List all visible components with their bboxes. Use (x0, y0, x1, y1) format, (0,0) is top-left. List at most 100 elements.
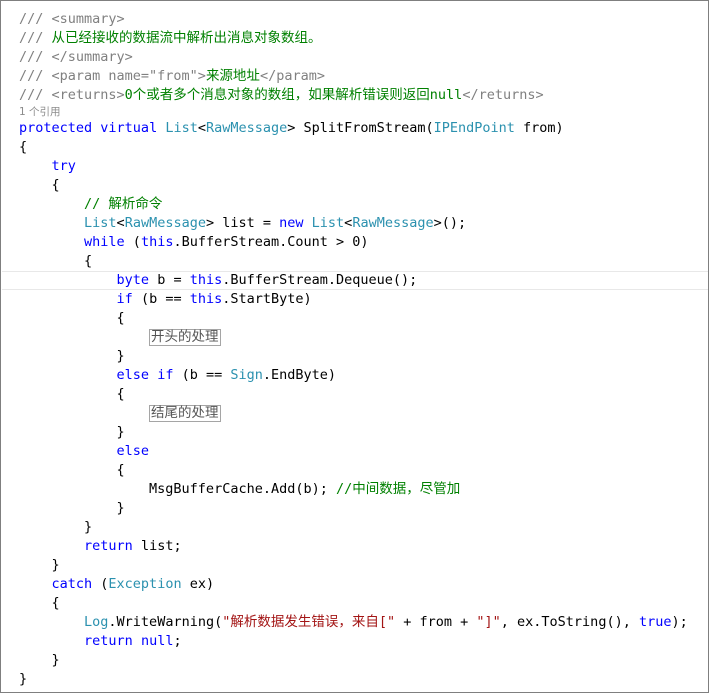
code-line[interactable]: { (1, 252, 708, 271)
code-line[interactable]: /// <returns>0个或者多个消息对象的数组，如果解析错误则返回null… (1, 86, 708, 105)
code-line[interactable]: { (1, 138, 708, 157)
code-token: IPEndPoint (433, 120, 515, 136)
code-line[interactable]: } (1, 518, 708, 537)
code-line[interactable]: 结尾的处理 (1, 404, 708, 423)
code-token: RawMessage (206, 120, 288, 136)
code-token: ex) (181, 576, 215, 592)
code-token: 0个或者多个消息对象的数组，如果解析错误则返回null (124, 87, 463, 103)
code-token: } (19, 519, 93, 535)
code-line[interactable]: Log.WriteWarning("解析数据发生错误，来自[" + from +… (1, 613, 708, 632)
code-line[interactable]: /// <summary> (1, 10, 708, 29)
code-token: { (19, 595, 60, 611)
code-token: 从已经接收的数据流中解析出消息对象数组。 (51, 30, 322, 46)
code-line[interactable]: List<RawMessage> list = new List<RawMess… (1, 214, 708, 233)
code-token: </param> (259, 68, 325, 84)
code-line[interactable]: catch (Exception ex) (1, 575, 708, 594)
code-line[interactable]: /// 从已经接收的数据流中解析出消息对象数组。 (1, 29, 708, 48)
code-line[interactable]: } (1, 670, 708, 689)
collapsed-region[interactable]: 开头的处理 (149, 329, 221, 346)
code-token: { (19, 139, 28, 155)
code-line[interactable]: } (1, 556, 708, 575)
code-token: ); (671, 614, 688, 630)
code-line[interactable]: { (1, 461, 708, 480)
code-token: } (19, 652, 60, 668)
code-editor[interactable]: 1 个引用 /// <summary> /// 从已经接收的数据流中解析出消息对象… (0, 0, 709, 693)
code-line[interactable]: else (1, 442, 708, 461)
code-token: try (51, 158, 76, 174)
code-line[interactable]: byte b = this.BufferStream.Dequeue(); (1, 271, 708, 290)
code-token: </returns> (462, 87, 544, 103)
code-token: else (116, 443, 150, 459)
code-token: { (19, 253, 93, 269)
code-token: byte (116, 272, 150, 288)
code-token: this (189, 272, 223, 288)
code-token: { (19, 177, 60, 193)
code-line[interactable]: else if (b == Sign.EndByte) (1, 366, 708, 385)
code-line[interactable]: return list; (1, 537, 708, 556)
code-token: { (19, 386, 125, 402)
code-token: this (140, 234, 174, 250)
code-line[interactable]: { (1, 594, 708, 613)
code-token: this (189, 291, 223, 307)
code-token: true (638, 614, 672, 630)
code-line[interactable]: { (1, 385, 708, 404)
code-line[interactable]: if (b == this.StartByte) (1, 290, 708, 309)
code-line[interactable]: } (1, 347, 708, 366)
code-line[interactable]: /// </summary> (1, 48, 708, 67)
code-line[interactable]: MsgBufferCache.Add(b); //中间数据，尽管加 (1, 480, 708, 499)
code-token: RawMessage (352, 215, 434, 231)
code-token: > SplitFromStream( (287, 120, 434, 136)
code-line[interactable]: try (1, 157, 708, 176)
code-token: MsgBufferCache.Add(b); (19, 481, 336, 497)
code-line[interactable]: { (1, 309, 708, 328)
code-token: Exception (108, 576, 182, 592)
code-token: "解析数据发生错误，来自[" (222, 614, 396, 630)
code-token: >(); (433, 215, 467, 231)
code-token: catch (51, 576, 93, 592)
code-token: /// <param name="from"> (19, 68, 206, 84)
code-token: b = (149, 272, 190, 288)
code-line[interactable]: return null; (1, 632, 708, 651)
code-token: } (19, 424, 125, 440)
code-token: ( (124, 234, 141, 250)
code-line[interactable]: } (1, 651, 708, 670)
code-line[interactable]: } (1, 499, 708, 518)
code-line[interactable]: protected virtual List<RawMessage> Split… (1, 119, 708, 138)
code-token: List (165, 120, 198, 136)
code-token: /// </summary> (19, 49, 133, 65)
code-token: (b == (173, 367, 231, 383)
code-token: // 解析命令 (84, 196, 163, 212)
codelens-references[interactable]: 1 个引用 (19, 104, 61, 120)
code-token: .WriteWarning( (108, 614, 223, 630)
code-token: .StartByte) (222, 291, 312, 307)
code-token: new (279, 215, 304, 231)
code-line[interactable]: 开头的处理 (1, 328, 708, 347)
code-token: /// <returns> (19, 87, 125, 103)
code-token: (b == (132, 291, 190, 307)
collapsed-region[interactable]: 结尾的处理 (149, 405, 221, 422)
code-token: { (19, 310, 125, 326)
code-token: .BufferStream.Count > 0) (173, 234, 369, 250)
code-token: List (311, 215, 345, 231)
code-token: /// <summary> (19, 11, 125, 27)
code-line[interactable]: // 解析命令 (1, 195, 708, 214)
code-line[interactable]: } (1, 423, 708, 442)
code-line[interactable]: while (this.BufferStream.Count > 0) (1, 233, 708, 252)
code-line[interactable]: /// <param name="from">来源地址</param> (1, 67, 708, 86)
code-line[interactable]: { (1, 176, 708, 195)
code-token: null (140, 633, 174, 649)
code-token: < (197, 120, 206, 136)
code-token: if (157, 367, 174, 383)
code-token: /// (19, 30, 52, 46)
